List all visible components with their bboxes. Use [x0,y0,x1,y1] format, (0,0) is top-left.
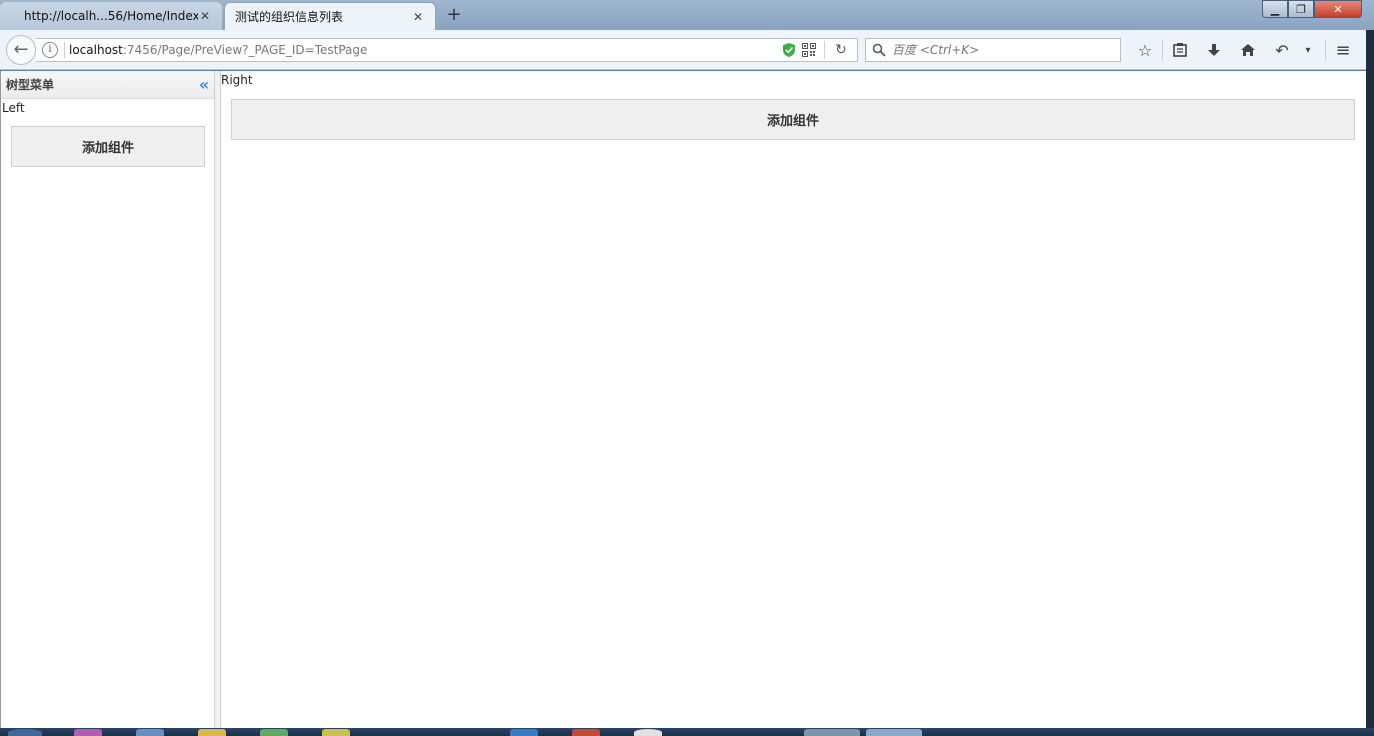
minimize-button[interactable]: ▁ [1262,0,1288,18]
tab-close-icon[interactable]: ✕ [198,9,212,23]
collapse-left-icon[interactable]: « [194,75,214,94]
navigation-toolbar: ← i localhost:7456/Page/PreView?_PAGE_ID… [0,30,1366,70]
url-host: localhost [69,43,123,57]
reload-icon[interactable]: ↻ [825,42,857,58]
close-window-button[interactable]: ✕ [1314,0,1362,18]
qr-code-icon[interactable] [802,43,816,57]
bookmark-star-icon[interactable]: ☆ [1128,38,1162,62]
toolbar-icons: ☆ ↶ ▾ ≡ [1128,38,1360,62]
taskbar-app-icon[interactable] [260,729,288,736]
taskbar-app-icon[interactable] [804,729,860,736]
browser-titlebar: http://localh...56/Home/Index ✕ 测试的组织信息列… [0,0,1374,30]
tab-label: 测试的组织信息列表 [235,10,344,24]
home-icon[interactable] [1231,38,1265,62]
window-edge [1366,30,1374,736]
left-region-label: Left [2,101,25,115]
taskbar-app-icon[interactable] [866,729,922,736]
search-icon [872,43,886,57]
taskbar-app-icon[interactable] [136,729,164,736]
taskbar-app-icon[interactable] [322,729,350,736]
tab-org-list[interactable]: 测试的组织信息列表 ✕ [224,2,436,30]
start-button[interactable] [8,729,42,736]
search-input[interactable] [892,43,1112,57]
right-add-component-button[interactable]: 添加组件 [231,99,1355,140]
taskbar-app-icon[interactable] [634,729,662,736]
download-icon[interactable] [1197,38,1231,62]
right-panel: Right 添加组件 [221,71,1367,728]
undo-icon[interactable]: ↶ [1265,38,1299,62]
page-viewport: 树型菜单 « Left 添加组件 Right 添加组件 [0,71,1366,728]
panel-title: 树型菜单 [6,78,55,92]
left-panel: 树型菜单 « Left 添加组件 [1,71,215,728]
taskbar-app-icon[interactable] [198,729,226,736]
taskbar-app-icon[interactable] [74,729,102,736]
window-controls: ▁ ❐ ✕ [1262,0,1362,18]
search-bar[interactable] [865,38,1121,62]
reading-list-icon[interactable] [1163,38,1197,62]
maximize-button[interactable]: ❐ [1288,0,1314,18]
left-add-component-button[interactable]: 添加组件 [11,126,205,167]
back-arrow-icon[interactable]: ← [6,35,36,65]
url-divider [64,42,65,58]
taskbar-app-icon[interactable] [510,729,538,736]
address-bar[interactable]: i localhost:7456/Page/PreView?_PAGE_ID=T… [36,38,858,62]
tab-close-icon[interactable]: ✕ [411,10,425,24]
taskbar-app-icon[interactable] [572,729,600,736]
new-tab-button[interactable]: + [444,5,464,25]
url-path: :7456/Page/PreView?_PAGE_ID=TestPage [122,43,368,57]
tab-home-index[interactable]: http://localh...56/Home/Index ✕ [0,2,222,30]
right-region-label: Right [221,73,253,87]
menu-icon[interactable]: ≡ [1326,38,1360,62]
tab-label: http://localh...56/Home/Index [24,9,198,23]
url-text[interactable]: localhost:7456/Page/PreView?_PAGE_ID=Tes… [69,43,782,57]
left-panel-header: 树型菜单 « [1,71,214,99]
dropdown-icon[interactable]: ▾ [1299,38,1317,62]
info-icon[interactable]: i [42,42,58,58]
taskbar [0,728,1374,736]
shield-icon[interactable] [782,42,796,58]
